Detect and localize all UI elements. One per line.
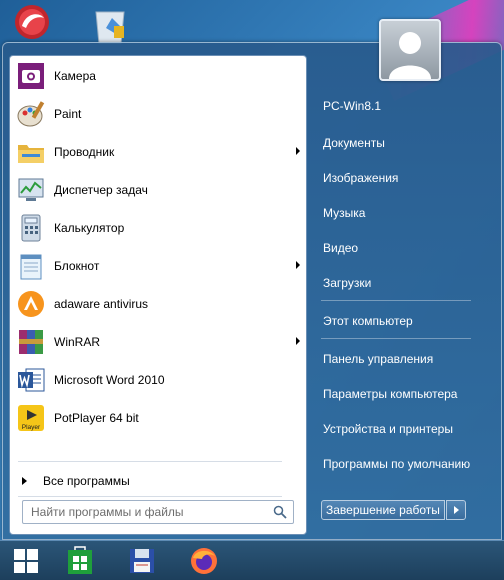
notepad-icon (15, 250, 47, 282)
program-item-camera[interactable]: Камера (12, 57, 304, 95)
potplayer-badge-text: Player (22, 424, 41, 431)
all-programs-label: Все программы (43, 474, 130, 488)
program-item-word[interactable]: Microsoft Word 2010 (12, 361, 304, 399)
chevron-right-icon (453, 506, 459, 514)
right-item-downloads[interactable]: Загрузки (315, 269, 491, 297)
adaware-icon (15, 288, 47, 320)
shutdown-label: Завершение работы (326, 503, 440, 517)
right-item-label: Устройства и принтеры (323, 422, 453, 436)
right-item-label: PC-Win8.1 (323, 99, 382, 113)
program-item-winrar[interactable]: WinRAR (12, 323, 304, 361)
floppy-icon (130, 549, 154, 573)
firefox-icon (191, 548, 217, 574)
all-programs-arrow-icon (22, 477, 27, 485)
right-item-control-panel[interactable]: Панель управления (315, 345, 491, 373)
program-label: Калькулятор (54, 221, 125, 235)
start-menu: Камера Paint Проводник Диспетчер задач К… (2, 19, 502, 540)
shutdown-options-button[interactable] (446, 500, 466, 520)
recycle-bin-icon[interactable] (88, 4, 132, 45)
submenu-arrow-icon[interactable] (296, 147, 300, 155)
all-programs-button[interactable]: Все программы (12, 469, 304, 493)
programs-pane: Камера Paint Проводник Диспетчер задач К… (9, 55, 307, 535)
program-label: Проводник (54, 145, 115, 159)
program-label: Paint (54, 107, 82, 121)
program-label: WinRAR (54, 335, 101, 349)
task-manager-icon (15, 174, 47, 206)
right-item-user[interactable]: PC-Win8.1 (315, 92, 491, 120)
program-item-explorer[interactable]: Проводник (12, 133, 304, 171)
right-item-documents[interactable]: Документы (315, 129, 491, 157)
program-item-potplayer[interactable]: Player PotPlayer 64 bit (12, 399, 304, 437)
right-item-label: Изображения (323, 171, 399, 185)
right-item-default-programs[interactable]: Программы по умолчанию (315, 450, 491, 478)
program-item-paint[interactable]: Paint (12, 95, 304, 133)
search-input[interactable] (31, 502, 271, 522)
search-icon[interactable] (273, 505, 287, 519)
submenu-arrow-icon[interactable] (296, 337, 300, 345)
submenu-arrow-icon[interactable] (296, 261, 300, 269)
user-avatar[interactable] (379, 19, 441, 81)
right-item-this-pc[interactable]: Этот компьютер (315, 307, 491, 335)
camera-icon (15, 60, 47, 92)
start-button[interactable] (6, 543, 46, 579)
right-item-label: Этот компьютер (323, 314, 413, 328)
winrar-icon (15, 326, 47, 358)
search-separator (18, 496, 282, 497)
comodo-dragon-icon[interactable] (10, 4, 54, 44)
shutdown-button[interactable]: Завершение работы (321, 500, 445, 520)
paint-icon (15, 98, 47, 130)
calculator-icon (15, 212, 47, 244)
program-item-task-manager[interactable]: Диспетчер задач (12, 171, 304, 209)
right-item-pictures[interactable]: Изображения (315, 164, 491, 192)
store-icon (68, 546, 92, 574)
right-item-label: Панель управления (323, 352, 434, 366)
program-label: PotPlayer 64 bit (54, 411, 139, 425)
right-item-label: Загрузки (323, 276, 372, 290)
right-separator (321, 300, 471, 301)
program-label: Диспетчер задач (54, 183, 148, 197)
windows-logo-icon (14, 549, 38, 573)
program-label: adaware antivirus (54, 297, 149, 311)
right-item-label: Программы по умолчанию (323, 457, 471, 471)
right-item-label: Документы (323, 136, 385, 150)
right-item-label: Параметры компьютера (323, 387, 458, 401)
right-item-music[interactable]: Музыка (315, 199, 491, 227)
right-item-label: Видео (323, 241, 359, 255)
potplayer-icon: Player (15, 402, 47, 434)
program-label: Блокнот (54, 259, 100, 273)
program-item-calculator[interactable]: Калькулятор (12, 209, 304, 247)
word-icon (15, 364, 47, 396)
right-item-pc-settings[interactable]: Параметры компьютера (315, 380, 491, 408)
right-item-videos[interactable]: Видео (315, 234, 491, 262)
program-item-notepad[interactable]: Блокнот (12, 247, 304, 285)
programs-separator (18, 461, 282, 462)
right-item-label: Музыка (323, 206, 366, 220)
program-label: Microsoft Word 2010 (54, 373, 165, 387)
program-label: Камера (54, 69, 96, 83)
taskbar (0, 540, 504, 580)
program-item-adaware[interactable]: adaware antivirus (12, 285, 304, 323)
store-button[interactable] (60, 543, 100, 579)
search-box[interactable] (22, 500, 294, 524)
floppy-app-button[interactable] (122, 543, 162, 579)
firefox-button[interactable] (184, 543, 224, 579)
right-separator (321, 338, 471, 339)
explorer-icon (15, 136, 47, 168)
right-item-devices-printers[interactable]: Устройства и принтеры (315, 415, 491, 443)
